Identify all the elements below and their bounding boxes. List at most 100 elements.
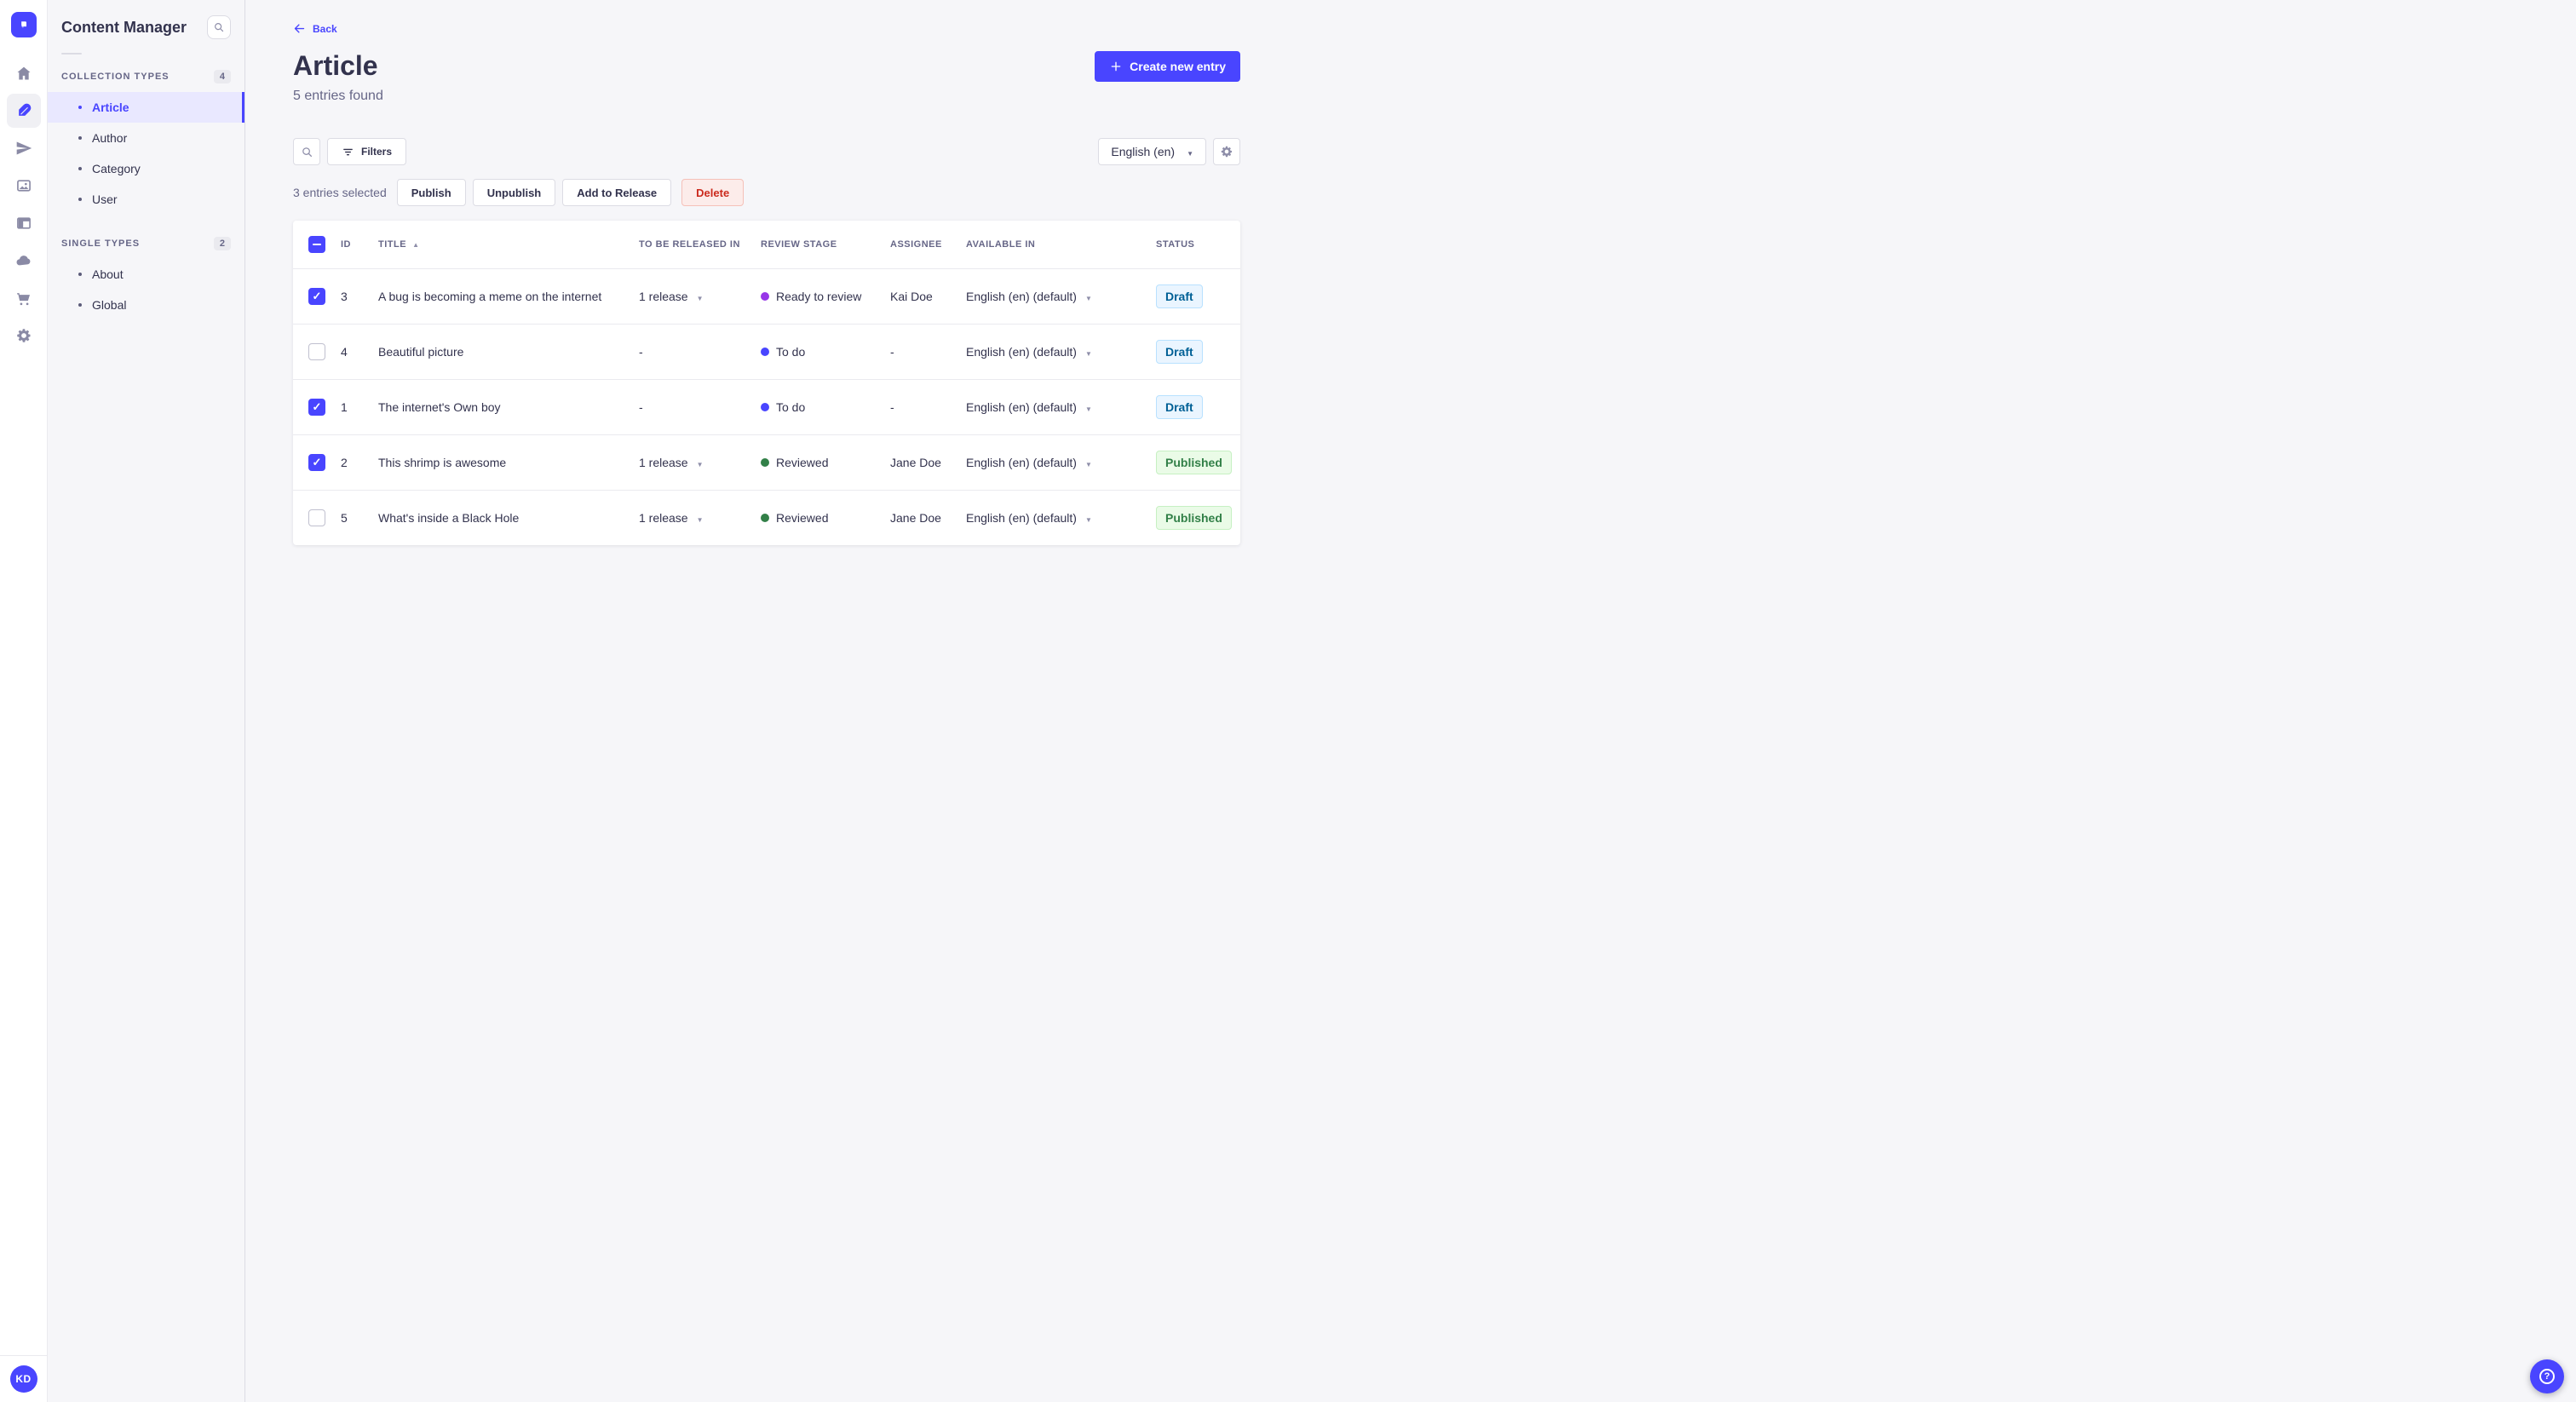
cell-available-in: English (en) (default): [966, 345, 1156, 359]
publish-button[interactable]: Publish: [396, 179, 466, 206]
chevron-down-icon[interactable]: [697, 456, 704, 469]
cell-release: -: [639, 400, 643, 414]
subnav-item-article[interactable]: Article: [48, 92, 244, 123]
cell-release: 1 release: [639, 511, 761, 525]
bullet-icon: [78, 167, 82, 170]
content-manager-nav-button[interactable]: [6, 94, 41, 128]
bullet-icon: [78, 198, 82, 201]
chevron-down-icon[interactable]: [1085, 456, 1092, 469]
releases-nav-button[interactable]: [7, 131, 41, 165]
cloud-nav-button[interactable]: [7, 244, 41, 278]
row-checkbox[interactable]: [308, 454, 325, 471]
column-header-review-stage[interactable]: REVIEW STAGE: [761, 239, 890, 250]
bullet-icon: [78, 136, 82, 140]
cell-release: 1 release: [639, 290, 761, 303]
collection-types-count-badge: 4: [213, 70, 231, 83]
chevron-down-icon[interactable]: [697, 290, 704, 303]
table-row[interactable]: 5 What's inside a Black Hole 1 release R…: [293, 490, 1240, 545]
row-checkbox[interactable]: [308, 343, 325, 360]
back-link[interactable]: Back: [293, 22, 337, 35]
search-entries-button[interactable]: [293, 138, 320, 165]
column-header-status[interactable]: STATUS: [1156, 239, 1240, 250]
subnav-item-about[interactable]: About: [48, 259, 244, 290]
subnav-item-global[interactable]: Global: [48, 290, 244, 320]
subnav-title: Content Manager: [61, 18, 187, 36]
unpublish-button[interactable]: Unpublish: [472, 179, 556, 206]
status-badge: Draft: [1156, 395, 1203, 419]
home-nav-button[interactable]: [7, 56, 41, 90]
cell-title: Beautiful picture: [378, 345, 464, 359]
cell-available-in: English (en) (default): [966, 456, 1156, 469]
cell-status: Draft: [1156, 340, 1240, 364]
row-checkbox[interactable]: [308, 288, 325, 305]
cell-id: 5: [341, 511, 348, 525]
subnav-item-label: About: [92, 267, 124, 281]
single-types-label: SINGLE TYPES: [61, 238, 141, 249]
marketplace-nav-button[interactable]: [7, 281, 41, 315]
column-header-release[interactable]: TO BE RELEASED IN: [639, 239, 761, 250]
cell-review-stage: Ready to review: [761, 290, 890, 303]
search-icon: [302, 147, 312, 157]
stage-dot-icon: [761, 348, 769, 356]
create-new-entry-button[interactable]: Create new entry: [1095, 51, 1240, 82]
search-icon: [215, 23, 224, 32]
bullet-icon: [78, 106, 82, 109]
help-button[interactable]: ?: [2530, 1359, 2564, 1393]
rail-footer: KD: [0, 1355, 47, 1402]
cell-status: Published: [1156, 506, 1240, 530]
media-library-nav-button[interactable]: [7, 169, 41, 203]
question-mark-icon: ?: [2539, 1369, 2555, 1384]
table-row[interactable]: 3 A bug is becoming a meme on the intern…: [293, 268, 1240, 324]
column-header-available-in[interactable]: AVAILABLE IN: [966, 239, 1156, 250]
select-all-checkbox[interactable]: [308, 236, 325, 253]
rail-nav: [6, 56, 41, 353]
layout-nav-button[interactable]: [7, 206, 41, 240]
row-checkbox[interactable]: [308, 399, 325, 416]
cell-id: 4: [341, 345, 348, 359]
strapi-logo[interactable]: [10, 12, 37, 37]
cell-review-stage: Reviewed: [761, 511, 890, 525]
chevron-down-icon[interactable]: [1085, 511, 1092, 525]
delete-button[interactable]: Delete: [681, 179, 745, 206]
subnav-item-category[interactable]: Category: [48, 153, 244, 184]
cell-available-in: English (en) (default): [966, 511, 1156, 525]
subnav-search-button[interactable]: [207, 15, 231, 39]
arrow-left-icon: [294, 24, 305, 33]
cell-title: What's inside a Black Hole: [378, 511, 520, 525]
filters-button[interactable]: Filters: [327, 138, 407, 165]
settings-nav-button[interactable]: [7, 319, 41, 353]
user-avatar[interactable]: KD: [9, 1365, 37, 1393]
column-header-id[interactable]: ID: [341, 239, 378, 250]
filter-icon: [343, 148, 353, 155]
column-header-title[interactable]: TITLE: [378, 239, 639, 250]
cell-release: 1 release: [639, 456, 761, 469]
status-badge: Draft: [1156, 284, 1203, 308]
content-manager-subnav: Content Manager COLLECTION TYPES 4 Artic…: [48, 0, 245, 1402]
table-row[interactable]: 1 The internet's Own boy - To do - Engli…: [293, 379, 1240, 434]
subnav-item-label: Global: [92, 298, 127, 312]
page-title: Article: [293, 50, 378, 81]
chevron-down-icon[interactable]: [1085, 400, 1092, 414]
sort-ascending-icon: [406, 239, 419, 250]
view-settings-button[interactable]: [1213, 138, 1240, 165]
stage-dot-icon: [761, 292, 769, 301]
cell-title: A bug is becoming a meme on the internet: [378, 290, 602, 303]
add-to-release-button[interactable]: Add to Release: [562, 179, 672, 206]
subnav-item-label: User: [92, 192, 118, 206]
paper-plane-icon: [16, 141, 32, 155]
row-checkbox[interactable]: [308, 509, 325, 526]
locale-select[interactable]: English (en): [1098, 138, 1206, 165]
cell-review-stage: To do: [761, 345, 890, 359]
table-header-row: ID TITLE TO BE RELEASED IN REVIEW STAGE …: [293, 221, 1240, 268]
status-badge: Draft: [1156, 340, 1203, 364]
column-header-assignee[interactable]: ASSIGNEE: [890, 239, 966, 250]
chevron-down-icon[interactable]: [1085, 290, 1092, 303]
subnav-item-author[interactable]: Author: [48, 123, 244, 153]
table-row[interactable]: 2 This shrimp is awesome 1 release Revie…: [293, 434, 1240, 490]
status-badge: Published: [1156, 506, 1232, 530]
table-row[interactable]: 4 Beautiful picture - To do - English (e…: [293, 324, 1240, 379]
chevron-down-icon[interactable]: [697, 511, 704, 525]
chevron-down-icon[interactable]: [1085, 345, 1092, 359]
subnav-item-user[interactable]: User: [48, 184, 244, 215]
bullet-icon: [78, 273, 82, 276]
